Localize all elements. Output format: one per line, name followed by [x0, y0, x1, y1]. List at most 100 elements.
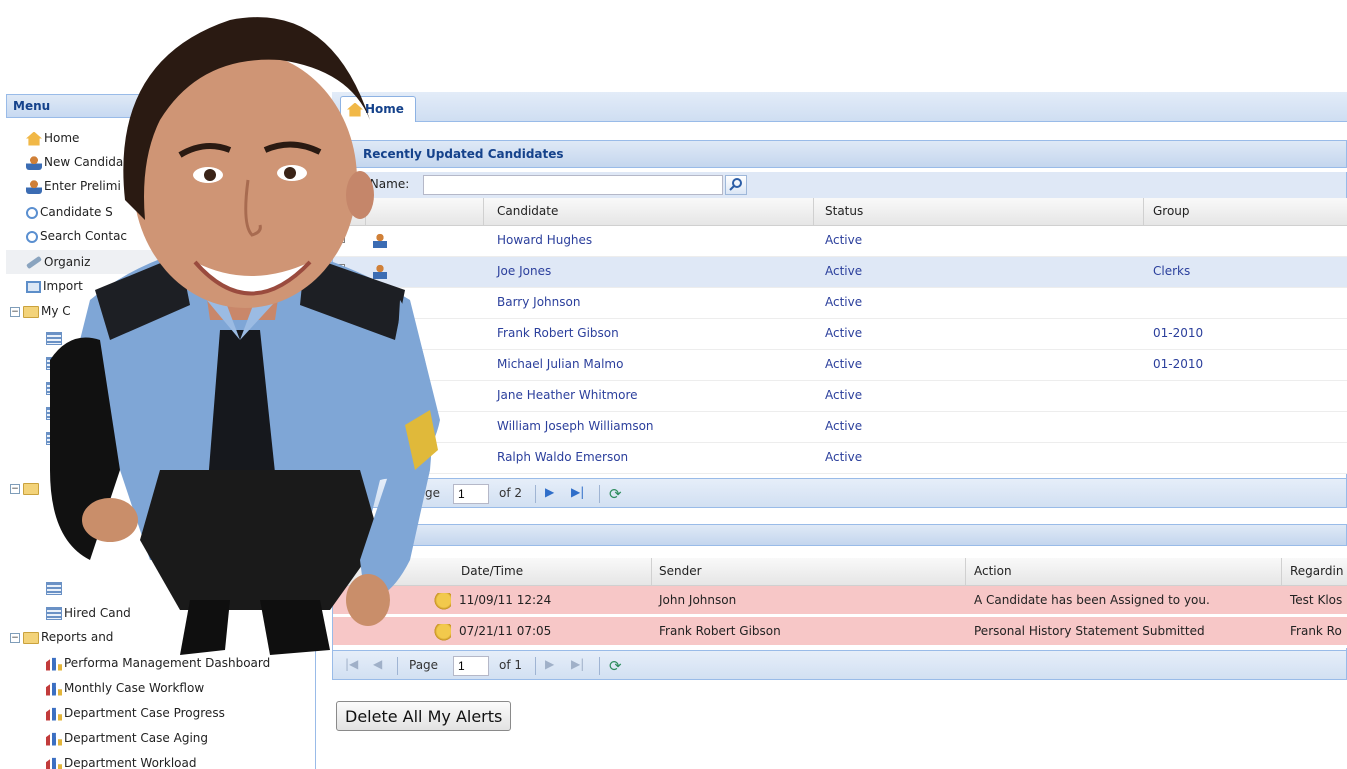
- refresh-icon[interactable]: ⟳: [609, 657, 622, 675]
- candidate-status: Active: [825, 295, 863, 309]
- bar-chart-icon: [46, 732, 62, 746]
- table-row[interactable]: Ralph Waldo Emerson Active: [333, 443, 1347, 474]
- menu-item-department-workload[interactable]: Department Workload: [46, 751, 196, 769]
- alerts-grid-header: Date/Time Sender Action Regardin: [333, 558, 1347, 586]
- first-page-icon[interactable]: |◀: [345, 657, 358, 671]
- next-page-icon[interactable]: ▶: [545, 657, 554, 671]
- alert-action[interactable]: Personal History Statement Submitted: [974, 624, 1205, 638]
- alert-sender: Frank Robert Gibson: [659, 624, 781, 638]
- menu-item-enter-preliminary[interactable]: Enter Prelimi: [26, 174, 121, 198]
- table-row[interactable]: + Howard Hughes Active: [333, 226, 1347, 257]
- search-button[interactable]: [725, 175, 747, 195]
- page-label: ge: [425, 486, 440, 500]
- bell-icon: [433, 624, 451, 642]
- menu-item-label: Department Workload: [64, 756, 197, 769]
- menu-folder-second[interactable]: −: [10, 476, 41, 500]
- last-name-input[interactable]: [423, 175, 723, 195]
- tab-home[interactable]: Home: [340, 96, 416, 122]
- menu-subitem[interactable]: [46, 576, 64, 600]
- menu-item-monthly-case-workflow[interactable]: Monthly Case Workflow: [46, 676, 204, 700]
- column-header-candidate[interactable]: Candidate: [497, 204, 558, 218]
- menu-subitem[interactable]: [46, 426, 64, 450]
- table-row[interactable]: + Joe Jones Active Clerks: [333, 257, 1347, 288]
- expand-icon[interactable]: +: [335, 263, 346, 275]
- table-row[interactable]: William Joseph Williamson Active: [333, 412, 1347, 443]
- list-icon: [46, 407, 62, 420]
- menu-item-label: Import: [43, 279, 83, 293]
- menu-item-organization[interactable]: Organiz: [6, 250, 315, 274]
- folder-icon: [23, 631, 39, 644]
- menu-subitem[interactable]: [46, 326, 64, 350]
- candidate-name[interactable]: William Joseph Williamson: [497, 419, 654, 433]
- table-row[interactable]: Jane Heather Whitmore Active: [333, 381, 1347, 412]
- collapse-icon[interactable]: −: [10, 306, 20, 317]
- collapse-icon[interactable]: −: [10, 632, 20, 643]
- candidate-name[interactable]: Ralph Waldo Emerson: [497, 450, 628, 464]
- menu-item-department-case-aging[interactable]: Department Case Aging: [46, 726, 208, 750]
- last-page-icon[interactable]: ▶|: [571, 657, 584, 671]
- alerts-panel-header: [332, 524, 1347, 546]
- page-label: Page: [409, 658, 439, 672]
- expand-icon[interactable]: +: [335, 232, 346, 244]
- delete-all-alerts-button[interactable]: Delete All My Alerts: [336, 701, 512, 731]
- column-header-group[interactable]: Group: [1153, 204, 1190, 218]
- menu-item-import[interactable]: Import: [26, 274, 83, 298]
- column-header-datetime[interactable]: Date/Time: [461, 564, 523, 578]
- menu-item-label: My C: [41, 304, 71, 318]
- table-row[interactable]: Michael Julian Malmo Active 01-2010: [333, 350, 1347, 381]
- menu-item-performance-dashboard[interactable]: Performa Management Dashboard: [46, 651, 270, 675]
- candidates-grid-header: Candidate Status Group: [333, 198, 1347, 226]
- alert-row[interactable]: 07/21/11 07:05 Frank Robert Gibson Perso…: [333, 617, 1347, 648]
- page-number-input[interactable]: [453, 656, 489, 676]
- candidate-name[interactable]: Frank Robert Gibson: [497, 326, 619, 340]
- candidate-group: 01-2010: [1153, 326, 1204, 340]
- table-row[interactable]: Frank Robert Gibson Active 01-2010: [333, 319, 1347, 350]
- menu-item-label: Performa Management Dashboard: [64, 656, 271, 670]
- refresh-icon[interactable]: ⟳: [609, 485, 622, 503]
- candidate-status: Active: [825, 264, 863, 278]
- page-number-input[interactable]: [453, 484, 489, 504]
- alert-regarding[interactable]: Frank Ro: [1290, 624, 1342, 638]
- menu-folder-my[interactable]: − My C: [10, 299, 71, 323]
- menu-item-candidate-search[interactable]: Candidate S: [26, 200, 113, 224]
- candidate-name[interactable]: Joe Jones: [497, 264, 551, 278]
- candidate-group: 01-2010: [1153, 357, 1204, 371]
- bar-chart-icon: [46, 657, 62, 671]
- menu-subitem[interactable]: [46, 401, 64, 425]
- list-icon: [46, 582, 62, 595]
- candidate-name[interactable]: Howard Hughes: [497, 233, 592, 247]
- bar-chart-icon: [46, 757, 62, 769]
- column-header-regarding[interactable]: Regardin: [1290, 564, 1343, 578]
- candidate-status: Active: [825, 450, 863, 464]
- candidate-name[interactable]: Barry Johnson: [497, 295, 580, 309]
- prev-page-icon[interactable]: ◀: [373, 657, 382, 671]
- list-icon: [46, 382, 62, 395]
- menu-subitem[interactable]: [46, 376, 64, 400]
- menu-item-label: Search Contac: [40, 229, 128, 243]
- collapse-icon[interactable]: −: [10, 483, 20, 494]
- menu-subitem[interactable]: [46, 351, 64, 375]
- tab-label: Home: [365, 102, 404, 116]
- column-header-sender[interactable]: Sender: [659, 564, 702, 578]
- alert-action[interactable]: A Candidate has been Assigned to you.: [974, 593, 1210, 607]
- last-page-icon[interactable]: ▶|: [571, 485, 584, 499]
- page-count: of 2: [499, 486, 523, 500]
- menu-item-new-candidate[interactable]: New Candida: [26, 150, 123, 174]
- candidate-name[interactable]: Michael Julian Malmo: [497, 357, 623, 371]
- search-icon: [729, 177, 742, 191]
- menu-folder-reports[interactable]: − Reports and: [10, 625, 113, 649]
- menu-item-home[interactable]: Home: [26, 126, 79, 150]
- candidates-panel-header: Recently Updated Candidates: [332, 140, 1347, 168]
- candidate-status: Active: [825, 326, 863, 340]
- menu-item-department-case-progress[interactable]: Department Case Progress: [46, 701, 225, 725]
- menu-item-label: Organiz: [44, 255, 91, 269]
- next-page-icon[interactable]: ▶: [545, 485, 554, 499]
- menu-item-search-contacts[interactable]: Search Contac: [26, 224, 127, 248]
- menu-item-hired-candidates[interactable]: Hired Cand: [46, 601, 131, 625]
- column-header-action[interactable]: Action: [974, 564, 1012, 578]
- column-header-status[interactable]: Status: [825, 204, 863, 218]
- candidate-name[interactable]: Jane Heather Whitmore: [497, 388, 638, 402]
- alert-row[interactable]: 11/09/11 12:24 John Johnson A Candidate …: [333, 586, 1347, 617]
- alert-regarding[interactable]: Test Klos: [1290, 593, 1342, 607]
- table-row[interactable]: Barry Johnson Active: [333, 288, 1347, 319]
